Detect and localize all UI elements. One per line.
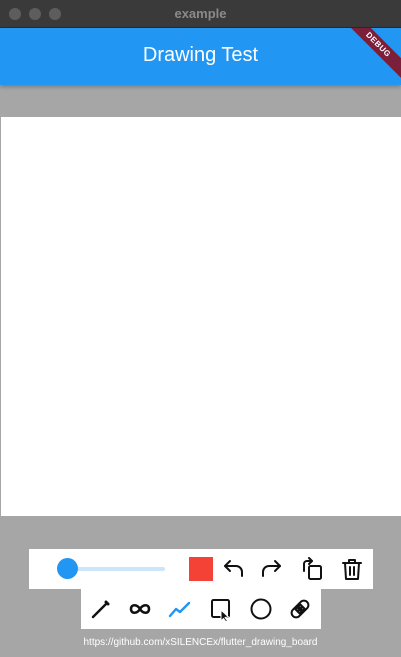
polyline-icon[interactable] xyxy=(168,597,192,621)
trash-icon[interactable] xyxy=(340,557,364,581)
repo-link[interactable]: https://github.com/xSILENCEx/flutter_dra… xyxy=(0,637,401,648)
stroke-width-slider-track[interactable] xyxy=(65,567,165,571)
rectangle-icon[interactable] xyxy=(209,597,233,621)
circle-icon[interactable] xyxy=(249,597,273,621)
rotate-icon[interactable] xyxy=(300,557,324,581)
debug-banner: DEBUG xyxy=(341,28,401,88)
action-toolbar xyxy=(29,549,373,589)
window-titlebar: example xyxy=(0,0,401,28)
app-window: example Drawing Test DEBUG https://githu… xyxy=(0,0,401,657)
debug-label: DEBUG xyxy=(341,28,401,82)
eraser-icon[interactable] xyxy=(288,597,312,621)
stroke-width-slider-thumb[interactable] xyxy=(57,558,78,579)
tool-toolbar xyxy=(81,589,321,629)
undo-icon[interactable] xyxy=(221,557,245,581)
infinity-icon[interactable] xyxy=(128,597,152,621)
window-title: example xyxy=(174,6,227,21)
drawing-canvas[interactable] xyxy=(1,117,401,516)
color-picker-button[interactable] xyxy=(189,557,213,581)
pen-icon[interactable] xyxy=(89,597,113,621)
redo-icon[interactable] xyxy=(260,557,284,581)
